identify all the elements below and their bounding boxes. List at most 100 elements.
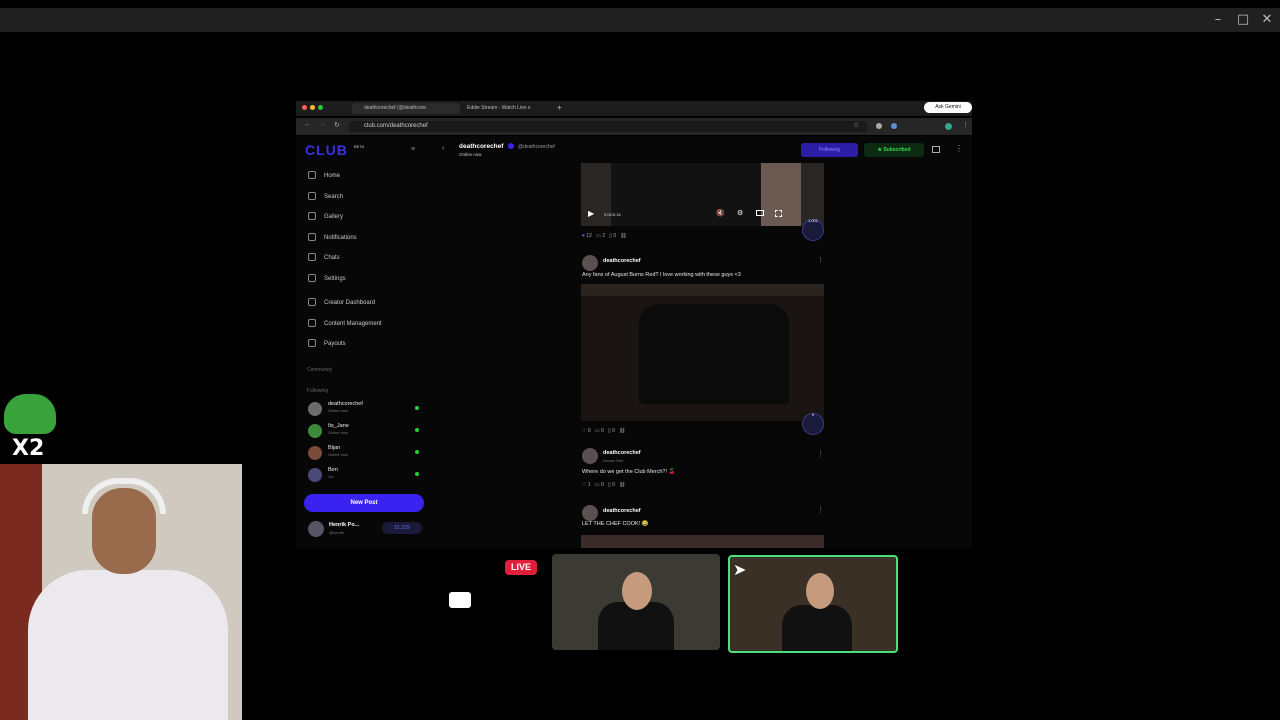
comment-count: 0 [600,482,604,488]
post-author[interactable]: deathcorechef [603,258,641,264]
following-section-label[interactable]: Following [307,388,328,394]
link-icon[interactable]: ⛓ [619,428,625,434]
following-item[interactable]: Ben 1m [308,467,423,485]
profile-avatar[interactable] [945,123,952,130]
sidebar-toggle-icon[interactable]: ≡ [411,146,415,153]
post-more-icon[interactable]: ⋮ [817,506,824,514]
forward-icon[interactable]: → [319,121,326,128]
new-post-button[interactable]: New Post [304,494,424,512]
live-badge: LIVE [505,560,537,575]
following-button[interactable]: Following [801,143,858,157]
comment-icon[interactable]: ▭ [596,233,601,239]
back-icon[interactable]: ← [304,121,311,128]
screen-share-icon [449,592,471,608]
online-dot [415,472,419,476]
nav-chats[interactable]: Chats [308,251,418,265]
nav-search[interactable]: Search [308,190,418,204]
reload-icon[interactable]: ↻ [334,121,340,129]
post-avatar[interactable] [582,505,598,521]
post-text: Where do we get the Club Merch?! 🍒 [582,469,676,475]
mute-icon[interactable]: 🔇 [716,209,725,217]
post-author[interactable]: deathcorechef [603,508,641,514]
nav-label: Creator Dashboard [324,300,376,306]
browser-tab-stream[interactable]: Eddie Stream - Watch Live o [455,103,563,114]
post-avatar[interactable] [582,255,598,271]
browser-tab-club[interactable]: deathcorechef (@deathcore [352,103,460,114]
my-avatar[interactable] [308,521,324,537]
maximize-icon[interactable]: □ [1235,12,1251,28]
mac-minimize-icon[interactable] [310,105,315,110]
minimize-icon[interactable]: – [1210,12,1226,28]
save-count: 0 [612,428,615,434]
heart-icon[interactable]: ♡ [582,428,586,434]
video-frame [611,163,771,226]
following-item[interactable]: Its_Jane Online now [308,423,423,441]
nav-settings[interactable]: Settings [308,272,418,286]
balance-value: 51,229 [394,525,410,531]
comment-icon[interactable]: ▭ [595,482,600,488]
fullscreen-icon[interactable] [775,210,782,217]
post-more-icon[interactable]: ⋮ [817,450,824,458]
new-tab-icon[interactable]: + [557,103,562,112]
following-item[interactable]: Bijan Online now [308,445,423,463]
gear-icon[interactable]: ⚙ [737,209,743,217]
bookmark-icon[interactable]: ▯ [608,482,611,488]
link-icon[interactable]: ⛓ [620,233,626,239]
club-logo[interactable]: CLUB [305,142,348,158]
following-status: Online now [328,408,349,413]
subscribed-button[interactable]: ★ Subscribed [864,143,924,157]
band-photo [639,304,789,404]
mac-zoom-icon[interactable] [318,105,323,110]
multiplier-label: X2 [12,436,45,461]
beta-label: BETA [354,144,365,149]
extension-icon[interactable] [891,123,897,129]
browser-menu-icon[interactable]: ⋮ [962,121,969,129]
post-author[interactable]: deathcorechef [603,450,641,456]
nav-creator-dashboard[interactable]: Creator Dashboard [308,296,418,310]
ask-gemini-button[interactable]: Ask Gemini [924,102,972,113]
tab-label: Eddie Stream - Watch Live o [467,105,531,111]
profile-name: deathcorechef [459,143,504,150]
tip-count: 1,001 [807,218,818,223]
nav-label: Notifications [324,235,357,241]
my-handle: @henrik [329,530,344,535]
balance-badge[interactable]: 51,229 [382,522,422,534]
post-image[interactable] [581,284,824,421]
back-arrow-icon[interactable]: ‹ [442,145,444,152]
address-bar[interactable]: club.com/deathcorechef [348,121,868,132]
heart-icon[interactable]: ♡ [582,482,586,488]
avatar [308,446,322,460]
post-more-icon[interactable]: ⋮ [817,256,824,264]
pip-icon[interactable] [756,210,764,216]
nav-payouts[interactable]: Payouts [308,337,418,351]
post-image[interactable] [581,535,824,548]
cast-icon[interactable] [932,146,940,153]
avatar [308,424,322,438]
community-section-label[interactable]: Community [307,367,332,373]
close-icon[interactable]: ✕ [1259,12,1275,28]
bookmark-icon[interactable]: ▯ [608,428,611,434]
bookmark-star-icon[interactable]: ☆ [853,121,859,129]
comment-icon[interactable]: ▭ [595,428,600,434]
nav-notifications[interactable]: Notifications [308,231,418,245]
extension-icon[interactable] [876,123,882,129]
link-icon[interactable]: ⛓ [619,482,625,488]
nav-gallery[interactable]: Gallery [308,210,418,224]
following-name: Ben [328,467,338,473]
following-item[interactable]: deathcorechef Online now [308,401,423,419]
post-avatar[interactable] [582,448,598,464]
heart-icon[interactable]: ♥ [582,233,585,239]
nav-home[interactable]: Home [308,169,418,183]
play-icon[interactable]: ▶ [588,209,594,218]
photo-ceiling [581,284,824,296]
post-actions: ♡ 0 ▭ 0 ▯ 0 ⛓ [582,428,625,434]
bookmark-icon[interactable]: ▯ [609,233,612,239]
like-count: 0 [587,428,591,434]
home-icon [308,171,316,180]
mac-close-icon[interactable] [302,105,307,110]
more-icon[interactable]: ⋮ [955,144,963,153]
nav-content-management[interactable]: Content Management [308,317,418,331]
video-time: 0:02/0:16 [604,212,621,217]
nav-label: Settings [324,276,346,282]
following-name: Bijan [328,445,341,451]
